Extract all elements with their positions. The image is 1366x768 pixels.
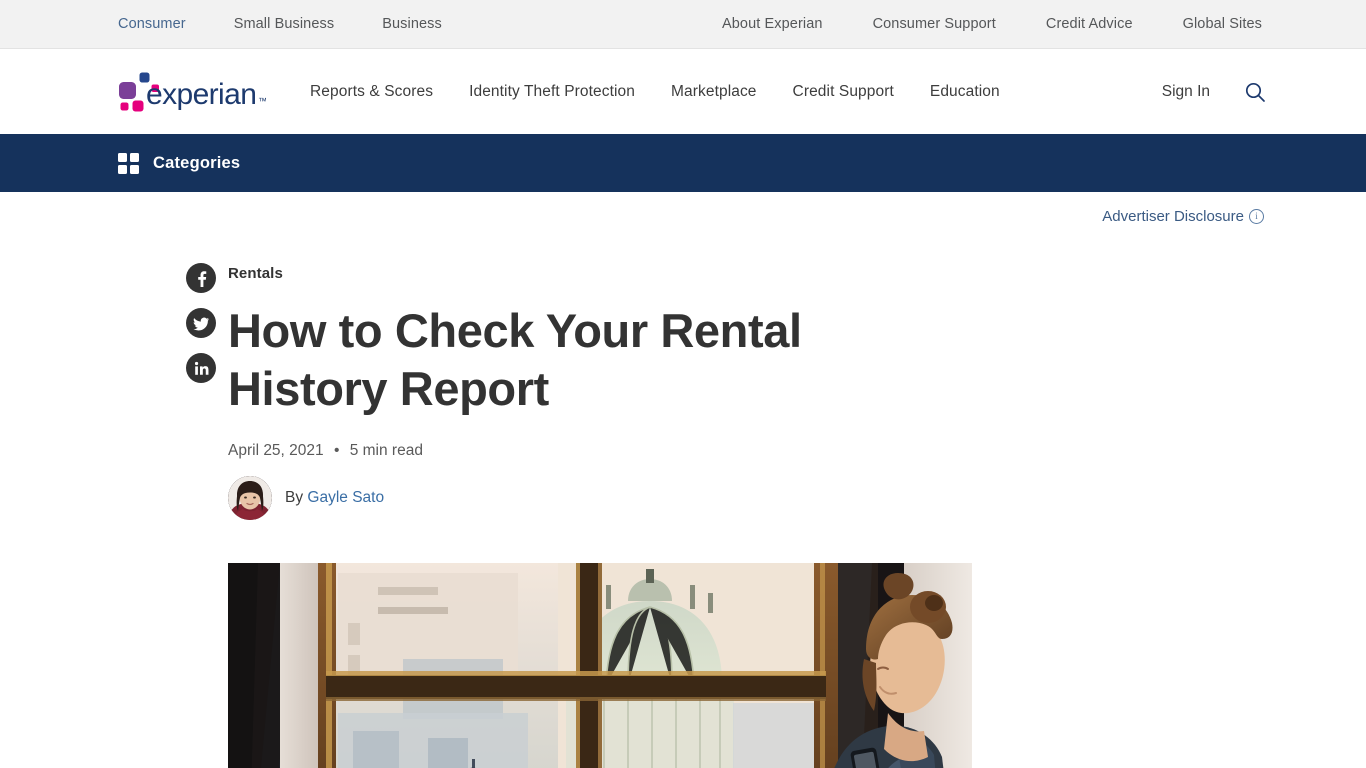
experian-logo[interactable]: experian ™ [118, 70, 266, 114]
main-navigation: Reports & Scores Identity Theft Protecti… [310, 83, 1000, 101]
article-category-label[interactable]: Rentals [228, 265, 973, 282]
hero-illustration [228, 563, 972, 768]
twitter-icon [193, 317, 209, 331]
categories-button[interactable]: Categories [118, 152, 241, 174]
article-meta: April 25, 2021 • 5 min read [228, 442, 973, 460]
logo-trademark: ™ [258, 96, 266, 106]
nav-link-identity-theft-protection[interactable]: Identity Theft Protection [469, 83, 635, 101]
page-title: How to Check Your Rental History Report [228, 304, 802, 415]
nav-link-marketplace[interactable]: Marketplace [671, 83, 757, 101]
svg-text:experian: experian [146, 78, 256, 111]
nav-link-education[interactable]: Education [930, 83, 1000, 101]
utility-link-consumer-support[interactable]: Consumer Support [873, 16, 996, 32]
share-linkedin-button[interactable] [186, 353, 216, 383]
search-button[interactable] [1244, 81, 1266, 103]
facebook-icon [197, 270, 206, 287]
grid-icon [118, 152, 139, 174]
author-avatar-image [228, 476, 272, 520]
author-link[interactable]: Gayle Sato [307, 489, 384, 506]
advertiser-disclosure-row: Advertiser Disclosure i [0, 192, 1366, 241]
article-container: Rentals How to Check Your Rental History… [0, 241, 1366, 768]
utility-bar-left-links: Consumer Small Business Business [118, 16, 442, 32]
article-read-time: 5 min read [349, 442, 423, 459]
utility-link-small-business[interactable]: Small Business [234, 16, 335, 32]
share-twitter-button[interactable] [186, 308, 216, 338]
main-header: experian ™ Reports & Scores Identity The… [0, 49, 1366, 134]
article-hero-image [228, 563, 972, 768]
article-byline: By Gayle Sato [228, 476, 973, 520]
article-date: April 25, 2021 [228, 442, 324, 459]
utility-bar-right-links: About Experian Consumer Support Credit A… [722, 16, 1262, 32]
search-icon [1245, 82, 1265, 102]
article-body: Rentals How to Check Your Rental History… [228, 241, 973, 768]
header-right-actions: Sign In [1162, 81, 1266, 103]
nav-link-reports-and-scores[interactable]: Reports & Scores [310, 83, 433, 101]
utility-link-consumer[interactable]: Consumer [118, 16, 186, 32]
utility-link-business[interactable]: Business [382, 16, 442, 32]
share-facebook-button[interactable] [186, 263, 216, 293]
linkedin-icon [194, 361, 208, 375]
utility-bar: Consumer Small Business Business About E… [0, 0, 1366, 49]
byline-text: By Gayle Sato [285, 489, 384, 507]
info-icon: i [1249, 209, 1264, 224]
social-share-rail [118, 241, 228, 768]
utility-link-credit-advice[interactable]: Credit Advice [1046, 16, 1133, 32]
byline-prefix: By [285, 489, 304, 506]
advertiser-disclosure-link[interactable]: Advertiser Disclosure i [1102, 208, 1264, 225]
categories-bar: Categories [0, 134, 1366, 192]
utility-link-about-experian[interactable]: About Experian [722, 16, 823, 32]
categories-label: Categories [153, 153, 241, 172]
advertiser-disclosure-label: Advertiser Disclosure [1102, 208, 1244, 225]
avatar [228, 476, 272, 520]
meta-separator: • [333, 442, 340, 459]
utility-link-global-sites[interactable]: Global Sites [1183, 16, 1262, 32]
nav-link-credit-support[interactable]: Credit Support [793, 83, 894, 101]
sign-in-link[interactable]: Sign In [1162, 83, 1210, 101]
